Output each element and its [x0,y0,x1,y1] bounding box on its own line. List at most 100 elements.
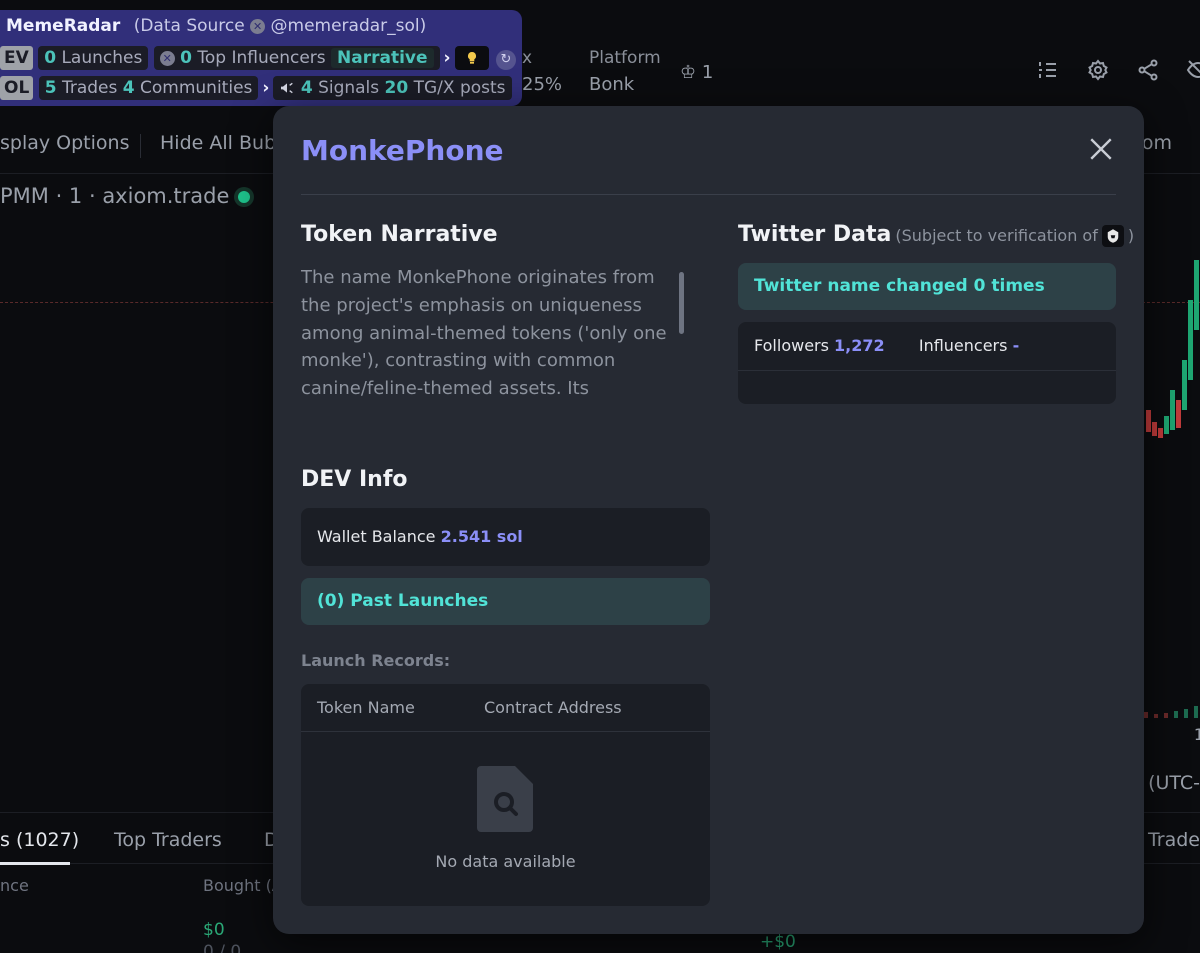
followers-value: 1,272 [834,336,885,355]
col-balance: nce [0,876,29,895]
launches-count: 0 [44,48,57,68]
communities-label: Communities [140,78,253,98]
verify-prefix: (Subject to verification of [895,226,1098,245]
trades-label: Trades [61,78,118,98]
table-header: Token Name Contract Address [301,684,710,732]
wallet-label: Wallet Balance [317,527,436,546]
live-status-dot [238,191,250,203]
influencers-label: Influencers [918,336,1008,355]
empty-search-icon [477,766,533,832]
bought-value: $0 [203,920,225,940]
axis-tick: 1 [1193,725,1200,744]
twitter-name-changes: Twitter name changed 0 times [754,276,1045,296]
narrative-scrollbar[interactable] [679,272,684,334]
refresh-icon[interactable]: ↻ [496,50,516,70]
narrative-tag[interactable]: Narrative [331,48,434,68]
influencers-pill[interactable]: ✕ 0 Top Influencers Narrative [153,46,440,70]
trades-count: 5 [44,78,57,98]
lightbulb-icon[interactable] [454,46,489,70]
launches-pill[interactable]: 0 Launches [38,46,149,70]
stat-partial: x 25% [522,48,562,95]
sol-tag: OL [0,76,34,100]
timezone-label[interactable]: (UTC- [1148,772,1200,794]
followers-card: Followers 1,272 Influencers - [738,322,1116,404]
display-options-button[interactable]: splay Options [0,132,129,154]
pair-info: PMM · 1 · axiom.trade [0,184,230,208]
tab-trades[interactable]: s (1027) [0,829,79,851]
chevron-right-icon[interactable]: › [262,76,269,100]
candle [1146,410,1151,432]
candle [1152,422,1157,436]
candle [1182,360,1187,410]
candle [1158,428,1163,438]
source-handle: @memeradar_sol) [270,16,427,36]
twitter-heading-text: Twitter Data [738,222,892,247]
list-settings-icon[interactable] [1036,58,1060,82]
verification-note: (Subject to verification of) [895,225,1135,247]
candle [1194,260,1199,330]
gear-icon[interactable] [1086,58,1110,82]
share-icon[interactable] [1136,58,1160,82]
chevron-right-icon[interactable]: › [444,46,451,70]
radar-source[interactable]: (Data Source ✕ @memeradar_sol) [134,16,427,36]
verify-suffix: ) [1127,226,1135,245]
tab-top-traders[interactable]: Top Traders [114,829,222,851]
x-logo-icon: ✕ [159,51,175,66]
stat-value: 25% [522,74,563,95]
crown-count: 1 [701,62,714,83]
past-launches-label: (0) Past Launches [317,591,489,611]
crown-stat[interactable]: ♔ 1 [680,62,713,83]
radar-dev-row: EV 0 Launches ✕ 0 Top Influencers Narrat… [0,46,489,70]
wallet-balance-line: Wallet Balance 2.541 sol [317,527,523,546]
crown-icon: ♔ [680,62,697,83]
dev-info-heading: DEV Info [301,467,408,492]
token-narrative-text: The name MonkePhone originates from the … [301,267,667,400]
token-narrative-heading: Token Narrative [301,222,498,247]
signals-label: Signals [318,78,380,98]
lion-logo-icon[interactable] [1101,225,1124,247]
candle [1176,400,1181,428]
signals-pill[interactable]: 4 Signals 20 TG/X posts [273,76,512,100]
hide-bubbles-button[interactable]: Hide All Bubb [160,132,288,154]
wallet-value: 2.541 sol [440,527,523,546]
followers-label: Followers [754,336,829,355]
hide-icon[interactable] [1186,58,1200,82]
influencers-value: - [1012,336,1020,355]
radar-header: MemeRadar (Data Source ✕ @memeradar_sol) [6,16,426,36]
options-divider [140,134,141,158]
launch-records-label: Launch Records: [301,651,451,670]
close-icon[interactable] [1088,136,1114,162]
volume-bar [1164,713,1168,718]
token-info-modal: MonkePhone Token Narrative The name Monk… [273,106,1144,934]
wallet-balance-card: Wallet Balance 2.541 sol [301,508,710,566]
col-contract-address: Contract Address [484,698,622,717]
candle [1188,300,1193,380]
radar-sol-row: OL 5 Trades 4 Communities › 4 Signals 20 … [0,76,512,100]
past-launches-button[interactable]: (0) Past Launches [301,578,710,625]
active-tab-indicator [0,862,70,865]
influencers-label: Top Influencers [197,48,326,68]
twitter-name-changes-card[interactable]: Twitter name changed 0 times [738,263,1116,310]
toolbar-icons [1036,58,1200,82]
platform-label: Platform [589,48,661,68]
stat-platform: Platform Bonk [589,48,661,95]
candle [1170,390,1175,430]
tgx-label: TG/X posts [413,78,506,98]
communities-count: 4 [122,78,135,98]
trades-communities-pill[interactable]: 5 Trades 4 Communities [38,76,259,100]
followers-line: Followers 1,272 Influencers - [754,336,1019,355]
radar-title: MemeRadar [6,16,121,36]
launch-records-table: Token Name Contract Address No data avai… [301,684,710,906]
volume-bars [1140,704,1200,718]
modal-divider [301,194,1116,195]
empty-state-text: No data available [435,852,576,871]
dev-tag: EV [0,46,33,70]
platform-value: Bonk [589,74,635,95]
modal-title: MonkePhone [301,134,504,167]
x-logo-icon: ✕ [250,19,266,34]
col-token-name: Token Name [317,698,415,717]
twitter-data-heading: Twitter Data (Subject to verification of) [738,222,1134,247]
col-bought: Bought (A [203,876,283,895]
bought-sub: 0 / 0 [203,942,242,953]
volume-bar [1174,711,1178,718]
